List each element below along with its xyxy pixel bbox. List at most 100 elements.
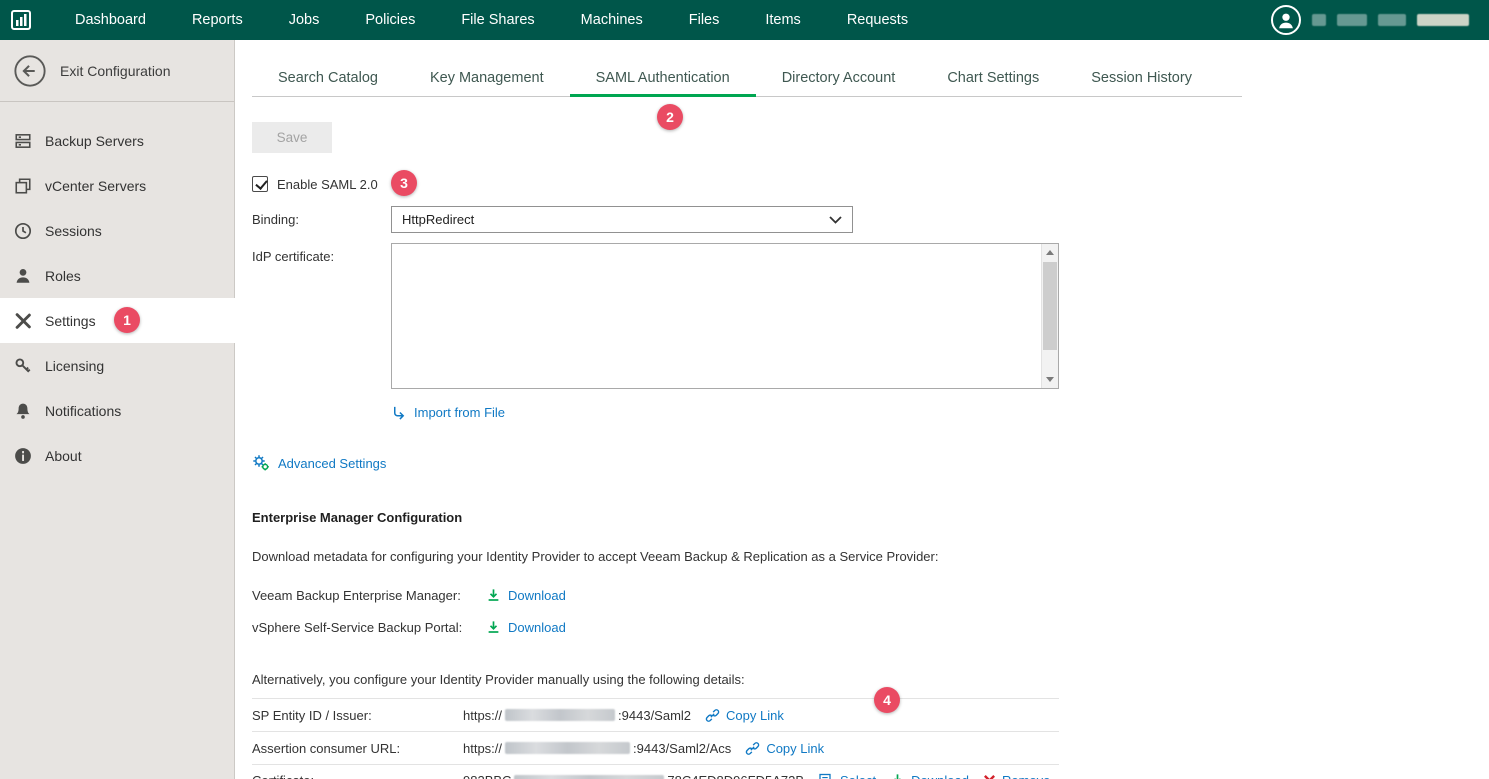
download-icon bbox=[890, 773, 905, 779]
vcenter-servers-icon bbox=[14, 177, 32, 195]
settings-tabs: Search Catalog Key Management SAML Authe… bbox=[252, 62, 1242, 97]
nav-item-requests[interactable]: Requests bbox=[824, 0, 931, 40]
value-prefix: https:// bbox=[463, 708, 502, 723]
tab-session-history[interactable]: Session History bbox=[1065, 62, 1218, 96]
top-navigation-bar: Dashboard Reports Jobs Policies File Sha… bbox=[0, 0, 1489, 40]
settings-content: Search Catalog Key Management SAML Authe… bbox=[236, 40, 1489, 779]
sp-details-table: SP Entity ID / Issuer: https://:9443/Sam… bbox=[252, 698, 1059, 779]
download-link-label: Download bbox=[911, 773, 969, 779]
value-suffix: 78C4ED8D96FD5A72B bbox=[667, 773, 804, 779]
import-from-file-label: Import from File bbox=[414, 405, 505, 420]
select-certificate-button[interactable]: Select bbox=[818, 773, 876, 779]
exit-configuration-label: Exit Configuration bbox=[60, 63, 171, 79]
callout-badge-1: 1 bbox=[114, 307, 140, 333]
nav-item-dashboard[interactable]: Dashboard bbox=[52, 0, 169, 40]
download-em-metadata-link[interactable]: Download bbox=[486, 588, 566, 603]
gears-icon bbox=[252, 454, 270, 472]
nav-item-file-shares[interactable]: File Shares bbox=[438, 0, 557, 40]
nav-item-machines[interactable]: Machines bbox=[558, 0, 666, 40]
tab-search-catalog[interactable]: Search Catalog bbox=[252, 62, 404, 96]
redacted-text bbox=[505, 742, 630, 754]
sidebar-item-label: vCenter Servers bbox=[45, 178, 146, 194]
tab-chart-settings[interactable]: Chart Settings bbox=[921, 62, 1065, 96]
chevron-down-icon bbox=[829, 216, 842, 224]
idp-certificate-row: IdP certificate: bbox=[252, 243, 1489, 389]
binding-selected-value: HttpRedirect bbox=[402, 212, 474, 227]
redacted-text bbox=[1312, 14, 1326, 26]
sidebar-item-about[interactable]: About bbox=[0, 433, 234, 478]
callout-badge-2: 2 bbox=[657, 104, 683, 130]
copy-link-label: Copy Link bbox=[766, 741, 824, 756]
tab-saml-authentication[interactable]: SAML Authentication bbox=[570, 62, 756, 96]
nav-item-items[interactable]: Items bbox=[742, 0, 823, 40]
download-vsphere-metadata-link[interactable]: Download bbox=[486, 620, 566, 635]
callout-badge-3: 3 bbox=[391, 170, 417, 196]
redacted-text bbox=[514, 775, 664, 779]
tools-icon bbox=[14, 312, 32, 330]
remove-certificate-button[interactable]: Remove bbox=[983, 773, 1050, 779]
table-row: SP Entity ID / Issuer: https://:9443/Sam… bbox=[252, 698, 1059, 731]
advanced-settings-link[interactable]: Advanced Settings bbox=[252, 454, 386, 472]
user-avatar[interactable] bbox=[1271, 5, 1301, 35]
app-logo[interactable] bbox=[0, 0, 42, 40]
sidebar-item-roles[interactable]: Roles bbox=[0, 253, 234, 298]
download-link-label: Download bbox=[508, 588, 566, 603]
idp-certificate-textarea[interactable] bbox=[391, 243, 1059, 389]
value-prefix: https:// bbox=[463, 741, 502, 756]
copy-link-button[interactable]: Copy Link bbox=[705, 708, 784, 723]
sidebar-item-label: Roles bbox=[45, 268, 81, 284]
callout-badge-4: 4 bbox=[874, 687, 900, 713]
configuration-sidebar: Exit Configuration Backup Servers bbox=[0, 40, 235, 779]
idp-certificate-label: IdP certificate: bbox=[252, 243, 391, 389]
back-arrow-icon bbox=[13, 54, 47, 88]
copy-link-label: Copy Link bbox=[726, 708, 784, 723]
sidebar-item-label: Backup Servers bbox=[45, 133, 144, 149]
topbar-user-area bbox=[1271, 5, 1489, 35]
import-from-file-link[interactable]: Import from File bbox=[391, 405, 505, 420]
sp-entity-id-label: SP Entity ID / Issuer: bbox=[252, 708, 463, 723]
veeam-logo-icon bbox=[9, 8, 33, 32]
info-icon bbox=[14, 447, 32, 465]
redacted-text bbox=[1417, 14, 1469, 26]
enable-saml-row: Enable SAML 2.0 bbox=[252, 176, 1489, 192]
tab-directory-account[interactable]: Directory Account bbox=[756, 62, 922, 96]
redacted-text bbox=[1378, 14, 1406, 26]
user-icon bbox=[1275, 9, 1297, 31]
nav-item-policies[interactable]: Policies bbox=[342, 0, 438, 40]
download-certificate-button[interactable]: Download bbox=[890, 773, 969, 779]
certificate-value: 982BBC78C4ED8D96FD5A72B bbox=[463, 773, 804, 779]
enable-saml-checkbox[interactable] bbox=[252, 176, 268, 192]
sidebar-item-sessions[interactable]: Sessions bbox=[0, 208, 234, 253]
save-button[interactable]: Save bbox=[252, 122, 332, 153]
clock-icon bbox=[14, 222, 32, 240]
sidebar-menu: Backup Servers vCenter Servers Sessions bbox=[0, 102, 234, 478]
sidebar-item-backup-servers[interactable]: Backup Servers bbox=[0, 118, 234, 163]
nav-item-reports[interactable]: Reports bbox=[169, 0, 266, 40]
link-icon bbox=[745, 741, 760, 756]
exit-configuration-button[interactable]: Exit Configuration bbox=[0, 40, 234, 102]
scroll-up-button[interactable] bbox=[1042, 244, 1058, 261]
scroll-down-button[interactable] bbox=[1042, 371, 1058, 388]
backup-servers-icon bbox=[14, 132, 32, 150]
binding-row: Binding: HttpRedirect bbox=[252, 206, 1489, 233]
nav-item-files[interactable]: Files bbox=[666, 0, 743, 40]
table-row: Certificate: 982BBC78C4ED8D96FD5A72B Sel… bbox=[252, 764, 1059, 779]
sidebar-item-vcenter-servers[interactable]: vCenter Servers bbox=[0, 163, 234, 208]
nav-item-jobs[interactable]: Jobs bbox=[266, 0, 343, 40]
sidebar-item-licensing[interactable]: Licensing bbox=[0, 343, 234, 388]
advanced-settings-label: Advanced Settings bbox=[278, 456, 386, 471]
sidebar-item-notifications[interactable]: Notifications bbox=[0, 388, 234, 433]
certificate-label: Certificate: bbox=[252, 773, 463, 779]
vertical-scrollbar[interactable] bbox=[1041, 244, 1058, 388]
sidebar-item-label: Settings bbox=[45, 313, 96, 329]
download-link-label: Download bbox=[508, 620, 566, 635]
scrollbar-thumb[interactable] bbox=[1043, 262, 1057, 350]
copy-link-button[interactable]: Copy Link bbox=[745, 741, 824, 756]
remove-link-label: Remove bbox=[1002, 773, 1050, 779]
sp-entity-id-value: https://:9443/Saml2 bbox=[463, 708, 691, 723]
table-row: Assertion consumer URL: https://:9443/Sa… bbox=[252, 731, 1059, 764]
tab-key-management[interactable]: Key Management bbox=[404, 62, 570, 96]
enterprise-manager-configuration-heading: Enterprise Manager Configuration bbox=[252, 510, 1489, 525]
binding-select[interactable]: HttpRedirect bbox=[391, 206, 853, 233]
sidebar-item-label: About bbox=[45, 448, 82, 464]
